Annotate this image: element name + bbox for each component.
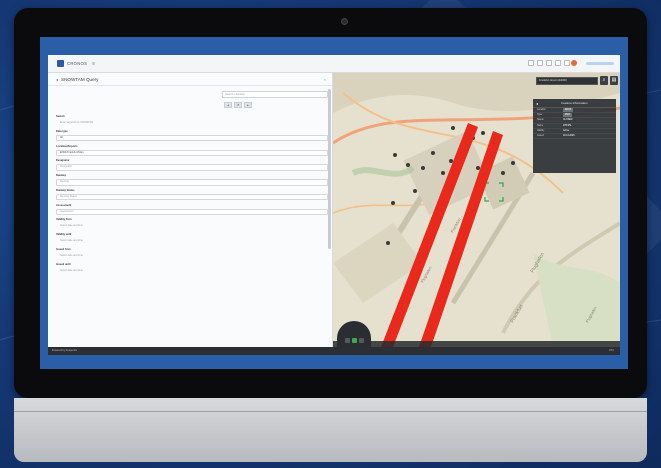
reset-button[interactable]: ↺ [234, 102, 242, 108]
help-icon[interactable] [564, 60, 570, 66]
panel-header: ◂ SNOWTAM Query [48, 73, 332, 86]
panel-title: SNOWTAM Query [61, 76, 99, 82]
logo-icon [57, 60, 64, 67]
back-icon[interactable]: ◂ [536, 99, 538, 108]
query-form: Search Enter keyword for SNOWTAM Data type… [56, 115, 328, 278]
avatar[interactable] [571, 60, 577, 66]
grid-icon[interactable] [537, 60, 543, 66]
bell-icon[interactable] [555, 60, 561, 66]
location-search-input[interactable]: Search a location [222, 91, 328, 98]
monitor-chin [14, 398, 647, 462]
field-label: Issued until [56, 262, 71, 266]
scrollbar[interactable] [328, 89, 331, 249]
map-view[interactable]: Flughafen Frankfurt Frankfurt Flughafen … [333, 73, 620, 347]
forward-button[interactable] [359, 338, 364, 343]
form-field: Location/Airports EDDF/Frankfurt/Main [56, 145, 328, 156]
feature-info-key: Status [537, 119, 544, 122]
window-icon[interactable] [546, 60, 552, 66]
feature-info-value: RWY [563, 113, 573, 118]
field-label: Designator [56, 159, 70, 163]
field-label: Validity from [56, 218, 72, 222]
player-controls [345, 338, 364, 343]
form-field: Validity until Select date and time [56, 233, 328, 244]
map-search-input[interactable]: Frankfurt Airport (EDDF) [536, 77, 598, 85]
field-input[interactable]: Runway [56, 179, 328, 186]
field-input[interactable]: All [56, 134, 328, 142]
feature-info-title: Feature Information [561, 101, 588, 105]
form-field: Data type All [56, 129, 328, 142]
feature-info-value: CLOSED [563, 119, 573, 122]
map-tools: ⌕ ▤ [600, 76, 618, 85]
form-field: Search Enter keyword for SNOWTAM [56, 115, 328, 126]
form-field: Issued until Select date and time [56, 263, 328, 274]
screen: CRONOS ≡ ◂ SNOWTAM Query × Search a loca… [40, 37, 628, 369]
feature-info-value: EDDF [563, 108, 574, 113]
form-field: Issued from Select date and time [56, 248, 328, 259]
feature-info-key: Validity [537, 129, 545, 132]
field-input[interactable]: EDDF/Frankfurt/Main [56, 149, 328, 156]
hamburger-icon[interactable]: ≡ [92, 61, 95, 67]
field-input[interactable]: Designator [56, 164, 328, 171]
layers-icon[interactable]: ▤ [610, 76, 618, 85]
forward-button[interactable]: ▸ [244, 102, 252, 108]
feature-info-value: 07R/25L [563, 124, 572, 127]
layers-icon[interactable] [528, 60, 534, 66]
app-footer: Powered by frequentis UTC [48, 347, 620, 355]
app-window: CRONOS ≡ ◂ SNOWTAM Query × Search a loca… [48, 55, 620, 355]
form-field: Runway Runway [56, 174, 328, 186]
query-panel: ◂ SNOWTAM Query × Search a location ◂ ↺ … [48, 73, 333, 347]
search-icon[interactable]: ⌕ [600, 76, 608, 85]
field-label: Assessment [56, 203, 72, 207]
app-title: CRONOS [67, 61, 88, 66]
top-bar: CRONOS ≡ [48, 55, 620, 73]
form-field: Assessment Assessment [56, 203, 328, 216]
form-field: Runway Status Runway Status [56, 188, 328, 201]
field-input[interactable]: Select date and time [56, 223, 328, 229]
user-menu[interactable] [586, 62, 614, 65]
feature-info-row: Issued 18.12.2020 [533, 134, 616, 140]
feature-info-header: ◂ Feature Information [533, 99, 616, 108]
query-actions: ◂ ↺ ▸ [224, 102, 252, 108]
feature-info-key: Name [537, 124, 544, 127]
time-player [337, 321, 371, 347]
close-icon[interactable]: × [324, 77, 326, 82]
field-input[interactable]: Select date and time [56, 238, 328, 244]
field-input[interactable]: Runway Status [56, 193, 328, 201]
form-field: Validity from Select date and time [56, 218, 328, 229]
rewind-button[interactable] [345, 338, 350, 343]
field-label: Location/Airports [56, 144, 78, 148]
monitor-divider [14, 411, 647, 412]
play-button[interactable] [352, 338, 357, 343]
field-input[interactable]: Select date and time [56, 268, 328, 274]
form-field: Designator Designator [56, 159, 328, 171]
feature-info-value: Active [563, 129, 570, 132]
feature-info-rows: Location EDDF Type RWY Status CLOSED Name 07R/2… [533, 108, 616, 140]
camera-icon [341, 18, 348, 25]
field-label: Runway Status [56, 188, 75, 192]
field-input[interactable]: Enter keyword for SNOWTAM [56, 120, 328, 126]
field-label: Data type [56, 129, 68, 133]
toolbar-icons [528, 60, 570, 66]
feature-info-value: 18.12.2020 [563, 134, 575, 137]
field-label: Issued from [56, 248, 71, 252]
field-input[interactable]: Select date and time [56, 253, 328, 259]
feature-info-key: Location [537, 109, 546, 111]
footer-right: UTC [608, 349, 614, 352]
feature-info-key: Type [537, 114, 542, 117]
feature-info-key: Issued [537, 134, 544, 137]
back-button[interactable]: ◂ [224, 102, 232, 108]
collapse-icon[interactable]: ◂ [56, 77, 58, 82]
field-label: Search [56, 115, 65, 118]
footer-left: Powered by frequentis [52, 349, 77, 352]
field-label: Validity until [56, 233, 72, 237]
field-input[interactable]: Assessment [56, 208, 328, 216]
field-label: Runway [56, 174, 66, 178]
feature-info-panel: ◂ Feature Information Location EDDF Type RW… [533, 99, 616, 173]
